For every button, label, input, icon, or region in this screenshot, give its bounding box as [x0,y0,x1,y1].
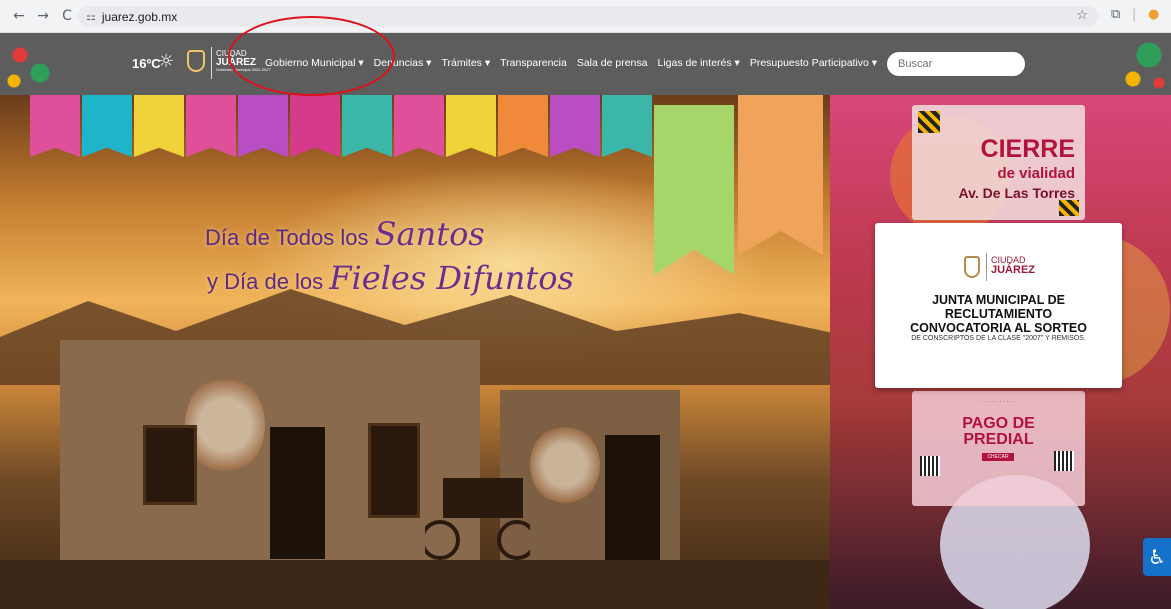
cierre-subtitle: de vialidad [997,165,1075,182]
qr-code-icon [920,456,940,476]
red-circle-annotation [228,16,395,96]
back-icon[interactable]: ← [10,7,28,25]
window [143,425,197,505]
predial-line-2: PREDIAL [963,431,1034,448]
papel-picado-flag [30,95,80,157]
menu-transparencia[interactable]: Transparencia [500,57,567,69]
temperature: 16ºC [132,56,161,71]
predial-fine-print: · · · · · · · · · · [981,399,1016,405]
site-info-icon[interactable]: ⚏ [86,10,96,23]
papel-picado-flag [654,105,734,275]
toolbar-separator: | [1132,7,1137,22]
junta-heading-line-2: RECLUTAMIENTO [944,307,1053,321]
search-box[interactable] [887,52,1025,76]
papel-picado-flag [550,95,600,157]
city-crest-icon[interactable] [187,50,205,72]
hero-title-line-1-text: Día de Todos los [205,225,375,250]
menu-ligas-de-interes[interactable]: Ligas de interés ▾ [657,57,739,69]
logo-divider [986,253,987,281]
menu-presupuesto-participativo[interactable]: Presupuesto Participativo ▾ [750,57,877,69]
junta-reclutamiento-card[interactable]: CIUDAD JUÁREZ JUNTA MUNICIPAL DE RECLUTA… [875,223,1122,388]
junta-logo-line-2: JUÁREZ [991,264,1036,276]
wooden-cart [425,478,530,560]
logo-divider [211,47,212,79]
papel-picado-flag [394,95,444,157]
menu-sala-de-prensa[interactable]: Sala de prensa [577,57,648,69]
papel-picado-flag [602,95,652,157]
papel-picado-flag [290,95,340,157]
hero-title-line-2-text: y Día de los [207,269,330,294]
cierre-title: CIERRE [980,135,1075,163]
bookmark-star-icon[interactable]: ☆ [1076,8,1088,23]
hero-title-line-1: Día de Todos los Santos [205,215,485,253]
catrina-mural [185,375,265,475]
papel-picado-flag [498,95,548,157]
qr-code-icon [1054,451,1074,471]
warning-stripe-icon [918,111,940,133]
door [270,427,325,559]
catrina-mural [530,425,600,505]
forward-icon[interactable]: → [34,7,52,25]
accessibility-icon[interactable]: ♿ [1143,538,1171,576]
browser-toolbar: ← → C ⚏ juarez.gob.mx ☆ ⧉ | ● [0,0,1171,33]
profile-icon[interactable]: ● [1148,7,1159,22]
papel-picado-flag [738,95,823,255]
weather-icon: ☼ [158,51,175,72]
pago-predial-card[interactable]: · · · · · · · · · · PAGO DE PREDIAL CHEC… [912,391,1085,506]
cierre-location: Av. De Las Torres [958,185,1075,201]
junta-logo: CIUDAD JUÁREZ [991,255,1036,276]
hero-banner[interactable]: Día de Todos los Santos y Día de los Fie… [0,95,1171,609]
extensions-icon[interactable]: ⧉ [1111,7,1120,22]
papel-picado-flag [186,95,236,157]
papel-picado-flag [134,95,184,157]
hero-title-line-2: y Día de los Fieles Difuntos [207,259,574,297]
decorative-flowers-left [0,33,60,95]
decorative-flowers-right [1111,33,1171,95]
search-input[interactable] [896,57,1020,71]
site-navbar: 16ºC ☼ CIUDAD JUÁREZ Gobierno Municipal … [0,33,1171,95]
door [605,435,660,563]
junta-heading-line-3: CONVOCATORIA AL SORTEO [910,321,1087,335]
junta-heading-line-1: JUNTA MUNICIPAL DE [932,293,1065,307]
junta-subtext: DE CONSCRIPTOS DE LA CLASE "2007" Y REMI… [911,335,1086,342]
papel-picado-flag [238,95,288,157]
hero-title-line-2-script: Fieles Difuntos [329,259,574,297]
menu-tramites[interactable]: Trámites ▾ [441,57,490,69]
hero-title-line-1-script: Santos [374,215,485,253]
papel-picado-flag [342,95,392,157]
papel-picado-flag [82,95,132,157]
cierre-vialidad-card[interactable]: CIERRE de vialidad Av. De Las Torres [912,105,1085,220]
papel-picado-flag [446,95,496,157]
window [368,423,420,518]
reload-icon[interactable]: C [58,7,76,25]
predial-button[interactable]: CHECAR [982,453,1014,461]
warning-stripe-icon [1059,200,1079,216]
url-text[interactable]: juarez.gob.mx [102,10,177,24]
city-crest-icon [964,256,980,278]
address-bar[interactable]: ⚏ juarez.gob.mx ☆ [78,6,1098,27]
